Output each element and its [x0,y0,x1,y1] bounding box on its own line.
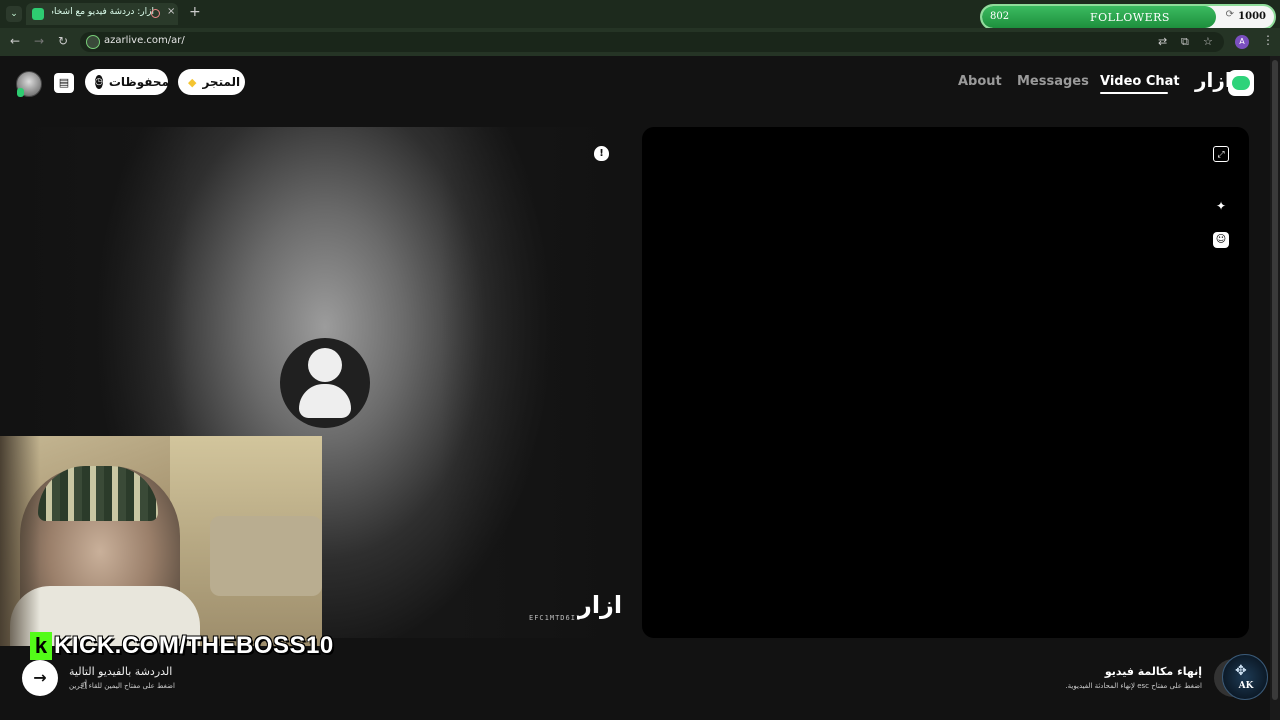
kick-url: KICK.COM/THEBOSS10 [54,632,334,659]
close-tab-icon[interactable]: × [167,6,175,17]
scrollbar[interactable] [1270,56,1280,720]
brand-name[interactable]: ازار [1195,68,1232,92]
session-code: EFC1MTD6I1 [529,614,582,622]
eagle-icon: ✥ [1235,663,1247,679]
mouse-cursor-icon: ☝ [80,678,88,693]
ak-team-logo: ✥ AK [1222,654,1268,700]
forward-arrow-icon[interactable]: → [34,34,44,48]
browser-tab[interactable]: أزار: دردشة فيديو مع أشخاص × [26,3,178,25]
next-chat-button[interactable]: → [22,660,58,696]
install-app-icon[interactable]: ⧉ [1181,35,1189,49]
local-video-panel: ⤢ ✦ ☺ [642,127,1249,638]
end-call-hint: اضغط على مفتاح esc لإنهاء المحادثة الفيد… [1065,682,1202,690]
translate-icon[interactable]: ⇄ [1158,35,1167,48]
end-call-title: إنهاء مكالمة فيديو [1104,665,1202,678]
active-nav-underline [1100,92,1168,94]
browser-menu-icon[interactable]: ⋮ [1262,33,1274,47]
default-user-icon [280,338,370,428]
sticker-icon[interactable]: ☺ [1213,232,1229,248]
streamer-webcam-overlay [0,436,322,646]
nav-messages[interactable]: Messages [1017,74,1089,89]
followers-goal-widget: 802 FOLLOWERS ⟳ 1000 [980,4,1276,30]
back-arrow-icon[interactable]: ← [10,34,20,48]
followers-goal: 1000 [1238,11,1266,22]
expand-icon[interactable]: ⤢ [1213,146,1229,162]
kick-channel-banner: k KICK.COM/THEBOSS10 [30,632,333,662]
refresh-icon: ⟳ [1225,9,1234,20]
saved-button[interactable]: ◷ المحفوظات [85,69,178,95]
scrollbar-thumb[interactable] [1272,60,1278,700]
clock-icon: ◷ [95,75,103,89]
site-info-icon[interactable] [86,35,100,49]
tab-title: أزار: دردشة فيديو مع أشخاص [52,7,154,17]
azar-favicon-icon [32,8,44,20]
magic-wand-icon[interactable]: ✦ [1213,198,1229,214]
nav-about[interactable]: About [958,74,1002,89]
new-tab-button[interactable]: + [189,4,201,20]
omnibox[interactable]: azarlive.com/ar/ ⇄ ⧉ ☆ [80,32,1224,52]
page: ▤ ◷ المحفوظات ◆ المتجر About Messages Vi… [0,56,1280,720]
nav-video-chat[interactable]: Video Chat [1100,74,1180,89]
inbox-icon[interactable]: ▤ [54,73,74,93]
store-button[interactable]: ◆ المتجر [178,69,245,95]
next-chat-title: الدردشة بالفيديو التالية [69,665,173,678]
gem-icon: ◆ [188,75,197,89]
recording-indicator-icon [151,9,160,18]
kick-logo-icon: k [30,632,52,660]
bookmark-star-icon[interactable]: ☆ [1203,35,1213,48]
ak-logo-text: AK [1238,681,1254,691]
video-watermark-logo: ازار [578,591,623,619]
tab-search-button[interactable]: ⌄ [6,6,22,22]
url-text[interactable]: azarlive.com/ar/ [104,35,185,46]
online-status-badge [17,88,24,97]
report-icon[interactable]: ! [594,146,609,161]
reload-icon[interactable]: ↻ [58,34,68,48]
azar-logo-icon[interactable] [1228,70,1254,96]
profile-avatar[interactable]: A [1235,35,1249,49]
saved-label: المحفوظات [108,75,179,89]
address-bar: ← → ↻ azarlive.com/ar/ ⇄ ⧉ ☆ A ⋮ [0,28,1280,56]
store-label: المتجر [202,75,241,89]
